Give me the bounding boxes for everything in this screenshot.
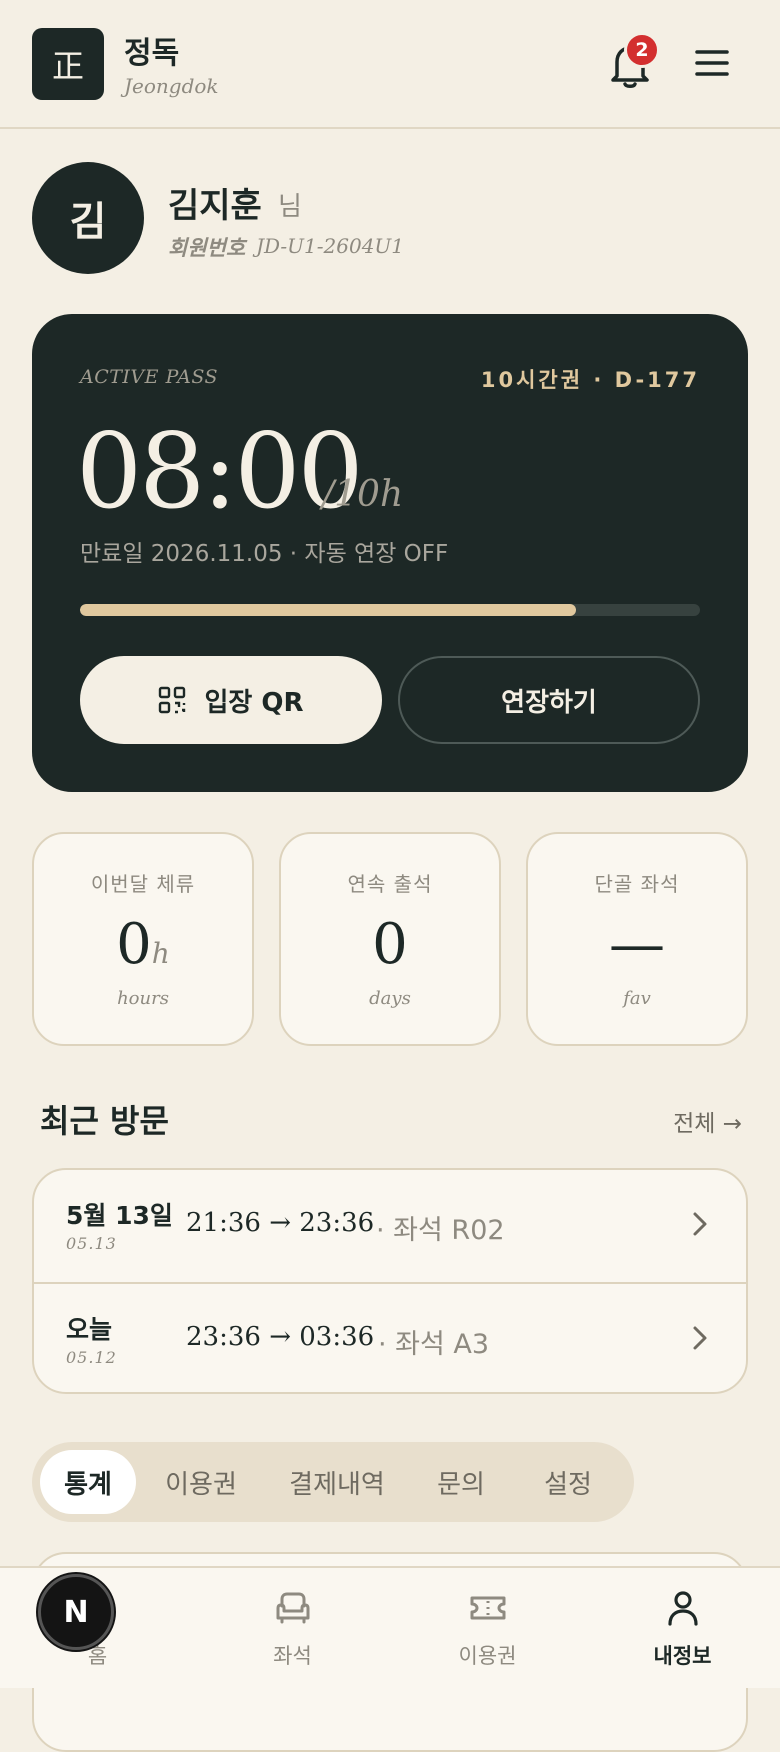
pass-progress-fill [80, 604, 576, 616]
visit-seat: · 좌석 R02 [376, 1215, 505, 1246]
app-header: 正 정독 Jeongdok 2 [0, 0, 780, 129]
visit-date: 오늘 [66, 1315, 113, 1344]
visit-row[interactable]: 오늘 05.12 23:36 → 03:36 · 좌석 A3 [34, 1282, 746, 1392]
recent-visits-title: 최근 방문 [40, 1102, 169, 1140]
tab-inquiry[interactable]: 문의 [416, 1450, 506, 1514]
user-icon [668, 1591, 698, 1626]
tab-passes[interactable]: 이용권 [144, 1450, 258, 1514]
pass-total-hours: /10h [322, 474, 404, 515]
stat-label: 연속 출석 [347, 872, 433, 896]
chevron-right-icon [693, 1212, 707, 1236]
entry-qr-button[interactable]: 입장 QR [80, 656, 382, 744]
visit-seat: · 좌석 A3 [378, 1329, 490, 1360]
see-all-link[interactable]: 전체 → [673, 1104, 742, 1138]
stat-label: 이번달 체류 [90, 872, 196, 896]
user-name-suffix: 님 [278, 192, 302, 222]
nav-label: 좌석 [273, 1644, 312, 1668]
stat-value: 0 [372, 912, 408, 977]
stat-sub: fav [623, 988, 651, 1009]
visit-row[interactable]: 5월 13일 05.13 21:36 → 23:36 · 좌석 R02 [34, 1170, 746, 1282]
tab-stats[interactable]: 통계 [40, 1450, 136, 1514]
pass-time-remaining: 08:00 [76, 410, 364, 532]
stat-card-favorite-seat: 단골 좌석 — fav [526, 832, 748, 1046]
brand-subtitle: Jeongdok [124, 74, 219, 98]
nav-item-seat[interactable]: 좌석 [195, 1568, 390, 1690]
profile-tab-bar: 통계 이용권 결제내역 문의 설정 [32, 1442, 634, 1522]
visit-date-sub: 05.12 [66, 1348, 117, 1367]
extend-button[interactable]: 연장하기 [398, 656, 700, 744]
visit-time: 23:36 → 03:36 [186, 1322, 375, 1352]
qr-code-icon [159, 686, 186, 714]
logo[interactable]: 正 [32, 28, 104, 100]
tab-payments[interactable]: 결제내역 [264, 1450, 410, 1514]
visit-date: 5월 13일 [66, 1201, 173, 1230]
notification-badge: 2 [624, 32, 660, 68]
nav-label: 홈 [87, 1644, 108, 1668]
stat-sub: hours [117, 988, 169, 1009]
nav-label: 내정보 [653, 1644, 712, 1668]
pass-expiry: 만료일 2026.11.05 · 자동 연장 OFF [80, 541, 449, 567]
stat-label: 단골 좌석 [594, 872, 680, 896]
chevron-right-icon [693, 1326, 707, 1350]
nav-label: 이용권 [458, 1644, 517, 1668]
user-name: 김지훈 [168, 186, 262, 226]
stat-value: 0h [116, 912, 170, 977]
member-number: JD-U1-2604U1 [256, 234, 404, 258]
tab-settings[interactable]: 설정 [512, 1450, 624, 1514]
pass-type: 10시간권 · D-177 [480, 368, 700, 392]
brand-name: 정독 [124, 36, 180, 71]
visit-date-sub: 05.13 [66, 1234, 117, 1253]
bottom-nav: 홈 좌석 이용권 내정보 [0, 1566, 780, 1688]
visit-time: 21:36 → 23:36 [186, 1208, 375, 1238]
nav-item-pass[interactable]: 이용권 [390, 1568, 585, 1690]
floating-action-button[interactable]: N [38, 1574, 114, 1650]
pass-progress-bar [80, 604, 700, 616]
pass-label: ACTIVE PASS [80, 366, 219, 388]
member-number-label: 회원번호 [168, 236, 246, 260]
stat-card-streak: 연속 출석 0 days [279, 832, 501, 1046]
stat-sub: days [369, 988, 411, 1009]
avatar: 김 [32, 162, 144, 274]
active-pass-card: ACTIVE PASS 10시간권 · D-177 08:00 /10h 만료일… [32, 314, 748, 792]
stat-unit: h [151, 937, 170, 970]
stat-card-monthly-stay: 이번달 체류 0h hours [32, 832, 254, 1046]
stat-value: — [609, 912, 665, 977]
nav-item-my-info[interactable]: 내정보 [585, 1568, 780, 1690]
ticket-icon [470, 1596, 506, 1620]
recent-visits-list: 5월 13일 05.13 21:36 → 23:36 · 좌석 R02 오늘 0… [32, 1168, 748, 1394]
seat-icon [276, 1592, 310, 1624]
entry-qr-label: 입장 QR [204, 687, 304, 718]
menu-icon[interactable] [695, 48, 729, 78]
